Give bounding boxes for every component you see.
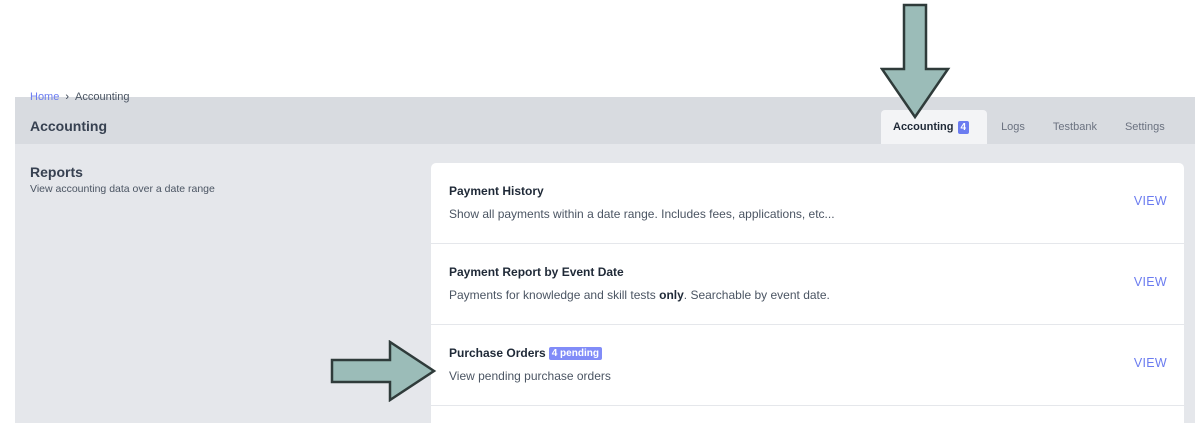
view-link[interactable]: VIEW [1134, 356, 1167, 370]
tab-testbank[interactable]: Testbank [1039, 110, 1111, 144]
tab-accounting-badge: 4 [957, 120, 970, 134]
tab-settings[interactable]: Settings [1111, 110, 1179, 144]
report-description: Show all payments within a date range. I… [449, 207, 835, 221]
report-description: View pending purchase orders [449, 369, 611, 383]
breadcrumb-current: Accounting [75, 91, 130, 103]
breadcrumb-separator: › [65, 91, 70, 103]
report-row-payment-history: Payment History Show all payments within… [431, 163, 1184, 244]
report-row-purchase-orders: Purchase Orders 4 pending View pending pu… [431, 325, 1184, 406]
tab-logs[interactable]: Logs [987, 110, 1039, 144]
desc-part: . Searchable by event date. [683, 288, 830, 302]
report-description: Payments for knowledge and skill tests o… [449, 288, 830, 302]
report-title-text: Purchase Orders [449, 346, 546, 360]
reports-subtitle: View accounting data over a date range [30, 183, 215, 195]
page: Home › Accounting Accounting Accounting 4 … [0, 0, 1195, 423]
desc-emphasis: only [659, 288, 684, 302]
top-blank-area [0, 0, 1195, 97]
report-title: Payment History [449, 184, 544, 198]
page-title: Accounting [30, 118, 107, 134]
tab-accounting-label: Accounting [893, 121, 954, 133]
breadcrumb: Home › Accounting [30, 91, 129, 103]
reports-card: Payment History Show all payments within… [431, 163, 1184, 423]
right-arrow-icon [330, 340, 437, 402]
view-link[interactable]: VIEW [1134, 275, 1167, 289]
desc-part: Payments for knowledge and skill tests [449, 288, 660, 302]
reports-heading: Reports [30, 164, 83, 180]
report-row-payment-report-by-event-date: Payment Report by Event Date Payments fo… [431, 244, 1184, 325]
report-title: Payment Report by Event Date [449, 265, 624, 279]
pending-badge: 4 pending [548, 347, 602, 360]
breadcrumb-home-link[interactable]: Home [30, 91, 59, 103]
down-arrow-icon [880, 3, 951, 120]
view-link[interactable]: VIEW [1134, 194, 1167, 208]
report-title: Purchase Orders 4 pending [449, 346, 602, 360]
